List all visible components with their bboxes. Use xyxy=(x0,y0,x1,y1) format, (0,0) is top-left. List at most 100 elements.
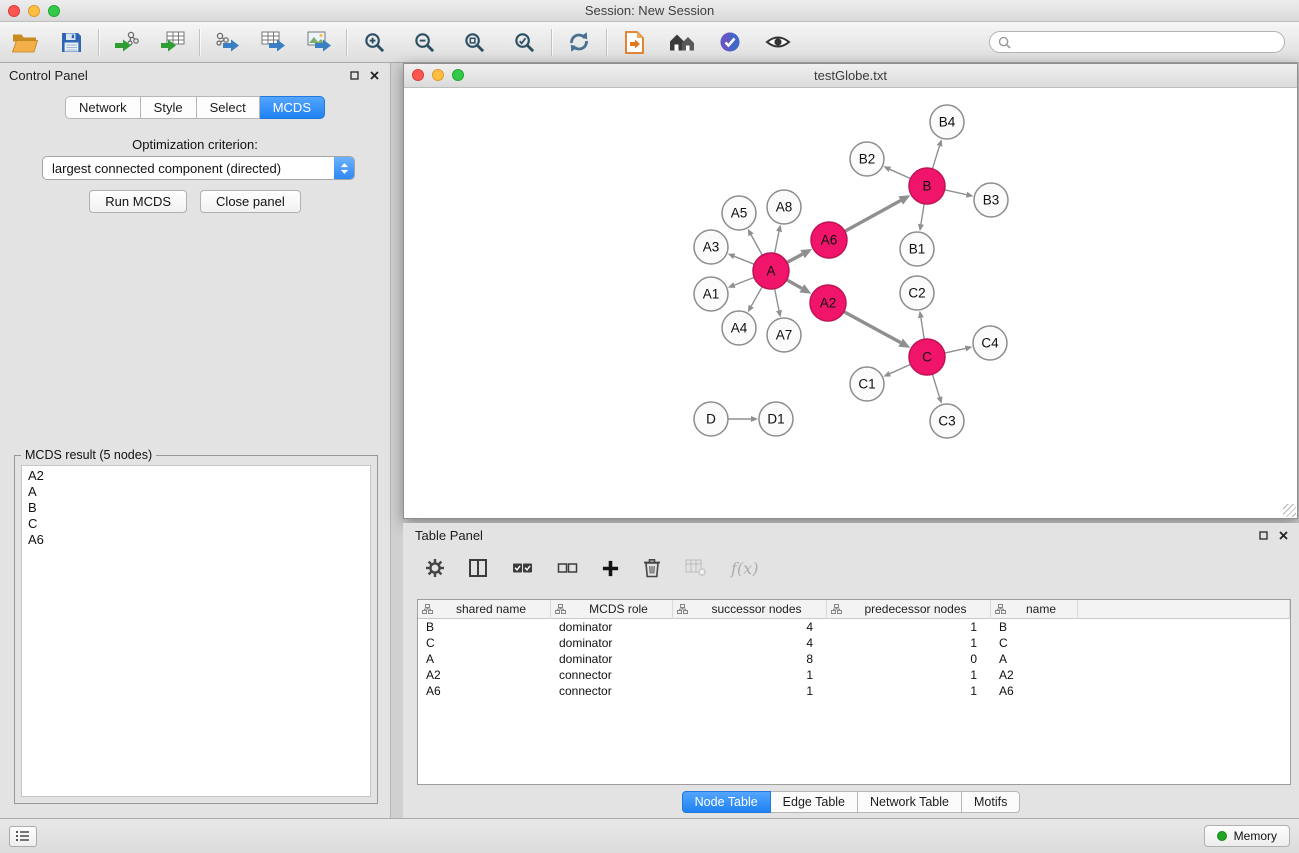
float-table-panel-button[interactable] xyxy=(1256,528,1270,542)
graph-edge-C-C4[interactable] xyxy=(945,348,966,353)
table-cell[interactable]: dominator xyxy=(551,619,673,635)
table-cell[interactable]: A6 xyxy=(418,683,551,699)
column-header-successor-nodes[interactable]: successor nodes xyxy=(673,600,827,619)
graph-edge-A-A7[interactable] xyxy=(775,289,779,311)
mcds-result-item[interactable]: A6 xyxy=(22,532,370,548)
table-cell[interactable]: 1 xyxy=(673,683,827,699)
graph-edge-A-A5[interactable] xyxy=(751,235,762,255)
table-cell[interactable]: A xyxy=(991,651,1078,667)
table-cell[interactable]: A6 xyxy=(991,683,1078,699)
graph-edge-A-A1[interactable] xyxy=(734,277,754,285)
search-input[interactable] xyxy=(1016,34,1276,50)
table-cell[interactable]: 4 xyxy=(673,619,827,635)
graph-edge-C-C2[interactable] xyxy=(921,318,924,340)
task-history-button[interactable] xyxy=(9,826,37,847)
table-row[interactable]: A2connector11A2 xyxy=(418,667,1290,683)
memory-button[interactable]: Memory xyxy=(1204,825,1290,847)
float-panel-button[interactable] xyxy=(347,68,361,82)
table-cell[interactable]: A2 xyxy=(418,667,551,683)
graph-edge-B-B4[interactable] xyxy=(932,146,939,169)
table-cell[interactable]: 1 xyxy=(827,683,991,699)
tab-node-table[interactable]: Node Table xyxy=(682,791,771,813)
table-cell[interactable]: 1 xyxy=(827,667,991,683)
export-image-button[interactable] xyxy=(304,26,334,58)
save-session-button[interactable] xyxy=(56,26,86,58)
tab-style[interactable]: Style xyxy=(141,96,197,119)
minimize-window-button[interactable] xyxy=(28,5,40,17)
table-row[interactable]: A6connector11A6 xyxy=(418,683,1290,699)
close-window-button[interactable] xyxy=(8,5,20,17)
search-box[interactable] xyxy=(989,31,1285,53)
table-cell[interactable]: 1 xyxy=(827,619,991,635)
import-table-button[interactable] xyxy=(157,26,187,58)
table-cell[interactable]: 0 xyxy=(827,651,991,667)
export-network-button[interactable] xyxy=(212,26,242,58)
network-minimize-button[interactable] xyxy=(432,69,444,81)
tab-edge-table[interactable]: Edge Table xyxy=(771,791,858,813)
zoom-window-button[interactable] xyxy=(48,5,60,17)
table-row[interactable]: Bdominator41B xyxy=(418,619,1290,635)
column-header-name[interactable]: name xyxy=(991,600,1078,619)
close-panel-button[interactable] xyxy=(367,68,381,82)
graph-edge-B-B2[interactable] xyxy=(890,169,911,178)
zoom-selected-button[interactable] xyxy=(509,26,539,58)
graph-edge-A-A8[interactable] xyxy=(775,232,779,254)
close-panel-action-button[interactable]: Close panel xyxy=(200,190,301,213)
table-row[interactable]: Adominator80A xyxy=(418,651,1290,667)
tab-select[interactable]: Select xyxy=(197,96,260,119)
mcds-result-item[interactable]: A2 xyxy=(22,468,370,484)
graph-edge-A2-C[interactable] xyxy=(844,312,901,343)
zoom-in-button[interactable] xyxy=(359,26,389,58)
table-cell[interactable]: 4 xyxy=(673,635,827,651)
delete-column-button[interactable] xyxy=(643,558,661,578)
table-cell[interactable]: 1 xyxy=(673,667,827,683)
column-header-predecessor-nodes[interactable]: predecessor nodes xyxy=(827,600,991,619)
apply-layout-button[interactable] xyxy=(564,26,594,58)
session-snapshot-button[interactable] xyxy=(619,26,649,58)
table-cell[interactable]: A xyxy=(418,651,551,667)
graph-edge-C-C3[interactable] xyxy=(932,374,939,397)
function-builder-button[interactable]: f(x) xyxy=(731,559,758,578)
select-all-button[interactable] xyxy=(512,560,533,576)
graph-edge-A-A3[interactable] xyxy=(734,256,754,264)
tab-motifs[interactable]: Motifs xyxy=(962,791,1020,813)
table-cell[interactable]: A2 xyxy=(991,667,1078,683)
apply-style-button[interactable] xyxy=(715,26,745,58)
delete-table-button[interactable] xyxy=(685,559,707,577)
criterion-select[interactable]: largest connected component (directed) xyxy=(42,156,355,180)
show-hide-button[interactable] xyxy=(763,26,793,58)
zoom-out-button[interactable] xyxy=(409,26,439,58)
tab-mcds[interactable]: MCDS xyxy=(260,96,325,119)
table-row[interactable]: Cdominator41C xyxy=(418,635,1290,651)
table-cell[interactable]: connector xyxy=(551,683,673,699)
show-columns-button[interactable] xyxy=(469,559,488,577)
table-cell[interactable]: connector xyxy=(551,667,673,683)
table-settings-button[interactable] xyxy=(425,558,445,578)
tab-network[interactable]: Network xyxy=(65,96,141,119)
tab-network-table[interactable]: Network Table xyxy=(858,791,962,813)
table-cell[interactable]: C xyxy=(991,635,1078,651)
network-canvas[interactable]: B4B2BB3A5A8A6B1A3AC2A1A2A4A7C4CC1C3DD1 xyxy=(404,88,1297,518)
graph-edge-A-A6[interactable] xyxy=(787,254,803,262)
table-cell[interactable]: C xyxy=(418,635,551,651)
table-cell[interactable]: dominator xyxy=(551,635,673,651)
close-table-panel-button[interactable] xyxy=(1276,528,1290,542)
graph-edge-B-B1[interactable] xyxy=(921,204,924,225)
create-column-button[interactable] xyxy=(602,560,619,577)
deselect-all-button[interactable] xyxy=(557,560,578,576)
table-cell[interactable]: dominator xyxy=(551,651,673,667)
export-table-button[interactable] xyxy=(258,26,288,58)
graph-edge-C-C1[interactable] xyxy=(890,364,911,373)
table-cell[interactable]: B xyxy=(418,619,551,635)
mcds-result-item[interactable]: B xyxy=(22,500,370,516)
import-network-button[interactable] xyxy=(111,26,141,58)
network-window-titlebar[interactable]: testGlobe.txt xyxy=(404,64,1297,88)
table-cell[interactable]: B xyxy=(991,619,1078,635)
table-cell[interactable]: 8 xyxy=(673,651,827,667)
run-mcds-button[interactable]: Run MCDS xyxy=(89,190,187,213)
graph-edge-B-B3[interactable] xyxy=(945,190,967,195)
mcds-result-item[interactable]: A xyxy=(22,484,370,500)
graph-edge-A-A2[interactable] xyxy=(787,280,802,289)
column-header-shared-name[interactable]: shared name xyxy=(418,600,551,619)
mcds-result-list[interactable]: A2ABCA6 xyxy=(21,465,371,797)
